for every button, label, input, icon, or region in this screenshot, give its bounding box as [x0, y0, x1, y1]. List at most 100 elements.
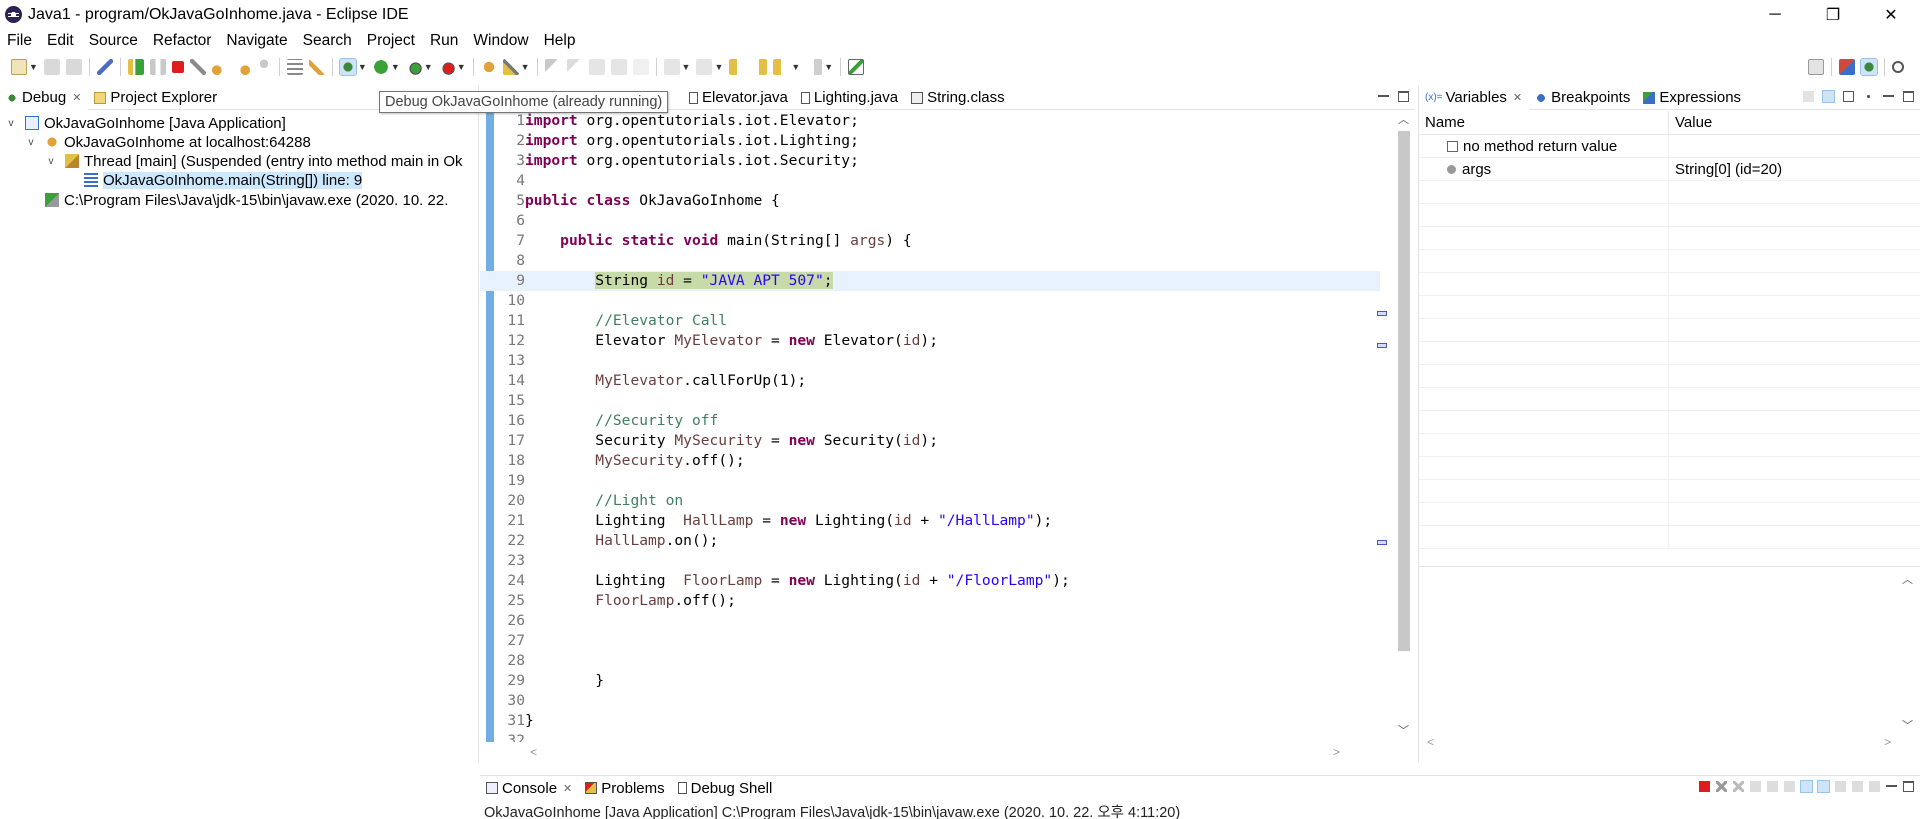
code-line[interactable]: 6 — [480, 211, 1380, 231]
code-line[interactable]: 5 public class OkJavaGoInhome { — [480, 191, 1380, 211]
maximize-icon[interactable] — [1398, 91, 1409, 102]
step-return-icon[interactable] — [255, 59, 272, 75]
code-line[interactable]: 22 HallLamp.on(); — [480, 531, 1380, 551]
remove-launch-icon[interactable] — [1716, 781, 1727, 792]
chevron-down-icon[interactable]: v — [25, 137, 37, 148]
close-icon[interactable]: ✕ — [563, 782, 572, 795]
tree-item-java-app[interactable]: v OkJavaGoInhome [Java Application] — [5, 113, 286, 133]
pin-console-icon[interactable] — [1835, 781, 1846, 792]
scroll-left-icon[interactable]: < — [1427, 735, 1434, 749]
menu-help[interactable]: Help — [537, 32, 584, 50]
menu-file[interactable]: File — [0, 32, 40, 50]
scroll-up-icon[interactable]: ︿ — [1398, 111, 1409, 127]
restore-button[interactable]: ❐ — [1804, 0, 1862, 29]
show-type-names-icon[interactable] — [1803, 91, 1814, 102]
tab-debug[interactable]: Debug ✕ — [0, 85, 89, 110]
code-editor[interactable]: 1 import org.opentutorials.iot.Elevator; 2… — [480, 111, 1415, 742]
tab-console[interactable]: Console ✕ — [480, 776, 580, 800]
menu-window[interactable]: Window — [466, 32, 536, 50]
code-line[interactable]: 25 FloorLamp.off(); — [480, 591, 1380, 611]
minimize-button[interactable]: ─ — [1746, 0, 1804, 29]
view-menu-icon[interactable] — [1863, 91, 1874, 102]
editor-horizontal-scrollbar[interactable]: < > — [480, 745, 1340, 761]
show-whitespace-icon[interactable] — [632, 59, 649, 75]
disconnect-icon[interactable] — [189, 59, 206, 75]
clear-console-icon[interactable] — [1750, 781, 1761, 792]
drop-to-frame-icon[interactable] — [286, 59, 303, 75]
show-console-output-icon[interactable] — [1800, 780, 1813, 793]
column-value[interactable]: Value — [1669, 111, 1920, 134]
remove-all-launches-icon[interactable] — [1733, 781, 1744, 792]
code-line[interactable]: 14 MyElevator.callForUp(1); — [480, 371, 1380, 391]
display-selected-console-icon[interactable] — [1852, 781, 1863, 792]
code-line[interactable]: 32 — [480, 731, 1380, 742]
save-icon[interactable] — [43, 59, 60, 75]
menu-search[interactable]: Search — [296, 32, 360, 50]
open-console-icon[interactable] — [1869, 781, 1880, 792]
code-line[interactable]: 21 Lighting HallLamp = new Lighting(id +… — [480, 511, 1380, 531]
forward-icon[interactable] — [806, 59, 823, 75]
code-line[interactable]: 1 import org.opentutorials.iot.Elevator; — [480, 111, 1380, 131]
minimize-icon[interactable] — [1886, 781, 1897, 787]
skip-breakpoints-icon[interactable] — [96, 59, 113, 75]
code-line[interactable]: 23 — [480, 551, 1380, 571]
maximize-icon[interactable] — [1903, 91, 1914, 102]
word-wrap-icon[interactable] — [610, 59, 627, 75]
new-icon[interactable] — [11, 59, 27, 75]
tab-problems[interactable]: Problems — [579, 776, 671, 800]
open-type-icon[interactable] — [480, 59, 497, 75]
collapse-all-icon[interactable] — [1843, 91, 1854, 102]
external-tools-dropdown-icon[interactable]: ▼ — [457, 62, 466, 72]
terminate-icon[interactable] — [1699, 781, 1710, 792]
tree-item-process[interactable]: C:\Program Files\Java\jdk-15\bin\javaw.e… — [45, 190, 448, 210]
scroll-down-icon[interactable]: ﹀ — [1398, 722, 1409, 738]
coverage-icon[interactable] — [405, 59, 422, 75]
tab-lighting-java[interactable]: Lighting.java — [795, 86, 905, 110]
show-console-error-icon[interactable] — [1817, 780, 1830, 793]
scroll-lock-icon[interactable] — [1767, 781, 1778, 792]
back-icon[interactable] — [773, 59, 790, 75]
code-line[interactable]: 11 //Elevator Call — [480, 311, 1380, 331]
code-line[interactable]: 2 import org.opentutorials.iot.Lighting; — [480, 131, 1380, 151]
step-over-icon[interactable] — [233, 59, 250, 75]
search-tools-dropdown-icon[interactable]: ▼ — [521, 62, 530, 72]
column-name[interactable]: Name — [1419, 111, 1669, 134]
tab-project-explorer[interactable]: Project Explorer — [88, 86, 224, 110]
menu-project[interactable]: Project — [360, 32, 423, 50]
code-line[interactable]: 26 — [480, 611, 1380, 631]
code-line[interactable]: 27 — [480, 631, 1380, 651]
forward-history-icon[interactable] — [751, 59, 768, 75]
tab-breakpoints[interactable]: Breakpoints — [1529, 86, 1637, 110]
code-line[interactable]: 30 — [480, 691, 1380, 711]
code-line[interactable]: 3 import org.opentutorials.iot.Security; — [480, 151, 1380, 171]
code-line[interactable]: 12 Elevator MyElevator = new Elevator(id… — [480, 331, 1380, 351]
minimize-icon[interactable] — [1883, 91, 1894, 97]
code-line[interactable]: 17 Security MySecurity = new Security(id… — [480, 431, 1380, 451]
search-tools-icon[interactable] — [502, 59, 519, 75]
occurrence-mark[interactable] — [1377, 540, 1387, 545]
tab-variables[interactable]: (x)= Variables ✕ — [1419, 85, 1530, 110]
code-line[interactable]: 10 — [480, 291, 1380, 311]
toggle-mark-occurrences-icon[interactable] — [544, 59, 561, 75]
close-window-button[interactable]: ✕ — [1862, 0, 1920, 29]
use-step-filters-icon[interactable] — [308, 59, 325, 75]
external-tools-icon[interactable] — [438, 59, 455, 75]
pin-editor-icon[interactable] — [848, 59, 865, 75]
code-line[interactable]: 28 — [480, 651, 1380, 671]
debug-dropdown-icon[interactable]: ▼ — [358, 62, 367, 72]
tree-item-stack-frame[interactable]: OkJavaGoInhome.main(String[]) line: 9 — [84, 170, 363, 190]
terminate-icon[interactable] — [171, 61, 184, 73]
word-wrap-icon[interactable] — [1784, 781, 1795, 792]
code-line[interactable]: 20 //Light on — [480, 491, 1380, 511]
code-line-current[interactable]: 9 String id = "JAVA APT 507"; — [480, 271, 1380, 291]
variable-row[interactable]: args String[0] (id=20) — [1419, 158, 1920, 181]
scrollbar-thumb[interactable] — [1398, 131, 1410, 651]
scroll-up-icon[interactable]: ︿ — [1902, 571, 1913, 587]
code-line[interactable]: 15 — [480, 391, 1380, 411]
show-logical-structure-icon[interactable] — [1822, 90, 1835, 103]
minimize-icon[interactable] — [1378, 91, 1389, 97]
maximize-icon[interactable] — [1903, 781, 1914, 792]
chevron-down-icon[interactable]: v — [45, 156, 57, 167]
code-line[interactable]: 7 public static void main(String[] args)… — [480, 231, 1380, 251]
editor-vertical-scrollbar[interactable]: ︿ ﹀ — [1393, 111, 1415, 742]
